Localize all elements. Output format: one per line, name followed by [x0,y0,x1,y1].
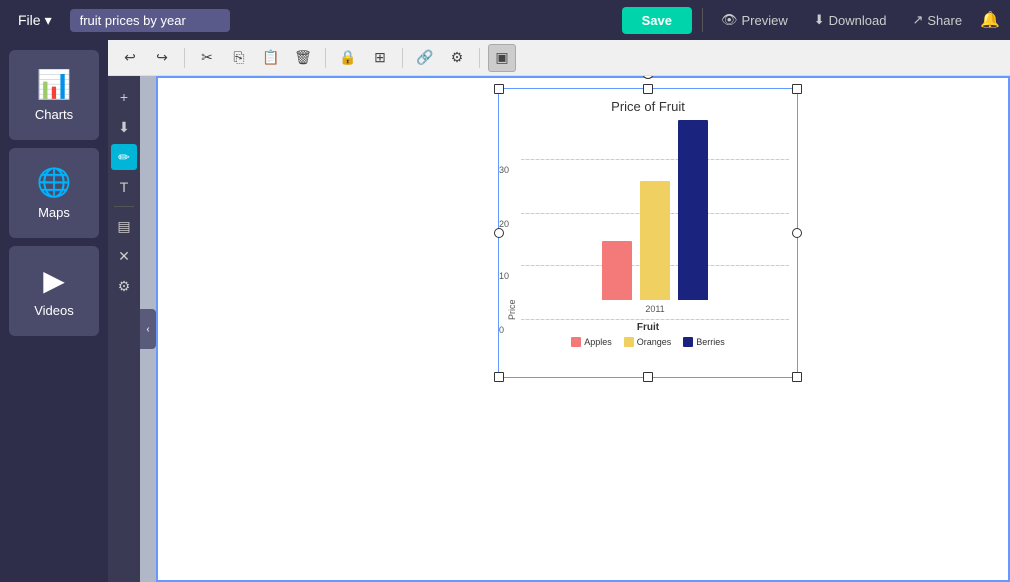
videos-icon: ▶ [43,264,65,297]
chart-plot-area: 30 20 10 0 [521,120,789,320]
canvas-wrapper: ↩ ↪ ✂ ⎘ 📋 🗑 🔒 ⊞ 🔗 ⚙ ▣ + ⬇ ✏ T [108,40,1010,582]
x-axis-year: 2011 [645,304,664,314]
y-tick-30: 30 [499,165,509,175]
handle-bottom-right[interactable] [792,372,802,382]
share-icon: ↗ [912,12,923,28]
undo-button[interactable]: ↩ [116,44,144,72]
chart-title: Price of Fruit [507,99,789,114]
sidebar-item-maps[interactable]: 🌐 Maps [9,148,99,238]
toolbar-divider-1 [184,48,185,68]
main-area: 📊 Charts 🌐 Maps ▶ Videos ↩ ↪ ✂ ⎘ 📋 🗑 🔒 ⊞… [0,40,1010,582]
legend-label-berries: Berries [696,337,725,347]
bar-apples [602,241,632,300]
grid-line-0: 0 [521,319,789,320]
handle-top-middle[interactable] [643,84,653,94]
chart-plot: Price 30 20 10 [507,120,789,320]
pen-tool-button[interactable]: ✏ [111,144,137,170]
chart-element[interactable]: Price of Fruit Price 30 20 [498,88,798,378]
maps-label: Maps [38,205,70,220]
tool-divider [114,206,134,207]
legend-item-apples: Apples [571,337,612,347]
legend-color-oranges [624,337,634,347]
charts-icon: 📊 [37,68,72,101]
preview-icon: 👁 [721,12,738,28]
more-button[interactable]: ⚙ [443,44,471,72]
left-sidebar: 📊 Charts 🌐 Maps ▶ Videos [0,40,108,582]
chart-inner: Price of Fruit Price 30 20 [499,89,797,377]
x-axis-title: Fruit [507,322,789,333]
legend-item-berries: Berries [683,337,725,347]
link-button[interactable]: 🔗 [411,44,439,72]
handle-middle-right[interactable] [792,228,802,238]
videos-label: Videos [34,303,74,318]
y-tick-10: 10 [499,271,509,281]
redo-button[interactable]: ↪ [148,44,176,72]
file-label: File [18,12,41,28]
handle-middle-left[interactable] [494,228,504,238]
legend-label-apples: Apples [584,337,612,347]
preview-label: Preview [741,13,787,28]
toolbar-divider-2 [325,48,326,68]
grid-button[interactable]: ⊞ [366,44,394,72]
maps-icon: 🌐 [37,166,72,199]
bars-group [531,120,779,300]
toolbar-divider-4 [479,48,480,68]
toolbar-divider-3 [402,48,403,68]
rotate-handle[interactable] [642,76,654,79]
copy-button[interactable]: ⎘ [225,44,253,72]
left-tools-panel: + ⬇ ✏ T ▤ ✕ ⚙ [108,76,140,582]
topbar-divider [702,8,703,32]
charts-label: Charts [35,107,73,122]
y-tick-0: 0 [499,325,504,335]
toolbar-strip: ↩ ↪ ✂ ⎘ 📋 🗑 🔒 ⊞ 🔗 ⚙ ▣ [108,40,1010,76]
legend-color-berries [683,337,693,347]
preview-button[interactable]: 👁 Preview [713,8,796,32]
share-button[interactable]: ↗ Share [904,8,970,32]
bar-berries [678,120,708,300]
download-tool-button[interactable]: ⬇ [111,114,137,140]
handle-top-left[interactable] [494,84,504,94]
notification-icon[interactable]: 🔔 [980,10,1000,30]
file-menu[interactable]: File ▾ [10,8,60,33]
document-title-input[interactable] [70,9,230,32]
save-button[interactable]: Save [622,7,692,34]
delete-button[interactable]: 🗑 [289,44,317,72]
legend-label-oranges: Oranges [637,337,672,347]
settings-tool-button[interactable]: ⚙ [111,273,137,299]
cut-button[interactable]: ✂ [193,44,221,72]
canvas-page: Price of Fruit Price 30 20 [156,76,1010,582]
add-tool-button[interactable]: + [111,84,137,110]
canvas-area[interactable]: + ⬇ ✏ T ▤ ✕ ⚙ ‹ [108,76,1010,582]
handle-bottom-left[interactable] [494,372,504,382]
handle-bottom-middle[interactable] [643,372,653,382]
select-button[interactable]: ▣ [488,44,516,72]
topbar: File ▾ Save 👁 Preview ⬇ Download ↗ Share… [0,0,1010,40]
close-tool-button[interactable]: ✕ [111,243,137,269]
file-chevron-icon: ▾ [45,12,52,29]
share-label: Share [927,13,962,28]
lock-button[interactable]: 🔒 [334,44,362,72]
sidebar-item-videos[interactable]: ▶ Videos [9,246,99,336]
handle-top-right[interactable] [792,84,802,94]
collapse-panel-button[interactable]: ‹ [140,309,156,349]
legend-color-apples [571,337,581,347]
table-tool-button[interactable]: ▤ [111,213,137,239]
legend-item-oranges: Oranges [624,337,672,347]
chart-legend: Apples Oranges Berries [507,337,789,347]
text-tool-button[interactable]: T [111,174,137,200]
download-label: Download [829,13,887,28]
download-button[interactable]: ⬇ Download [806,8,895,32]
download-icon: ⬇ [814,12,825,28]
bar-oranges [640,181,670,300]
y-tick-20: 20 [499,219,509,229]
paste-button[interactable]: 📋 [257,44,285,72]
sidebar-item-charts[interactable]: 📊 Charts [9,50,99,140]
